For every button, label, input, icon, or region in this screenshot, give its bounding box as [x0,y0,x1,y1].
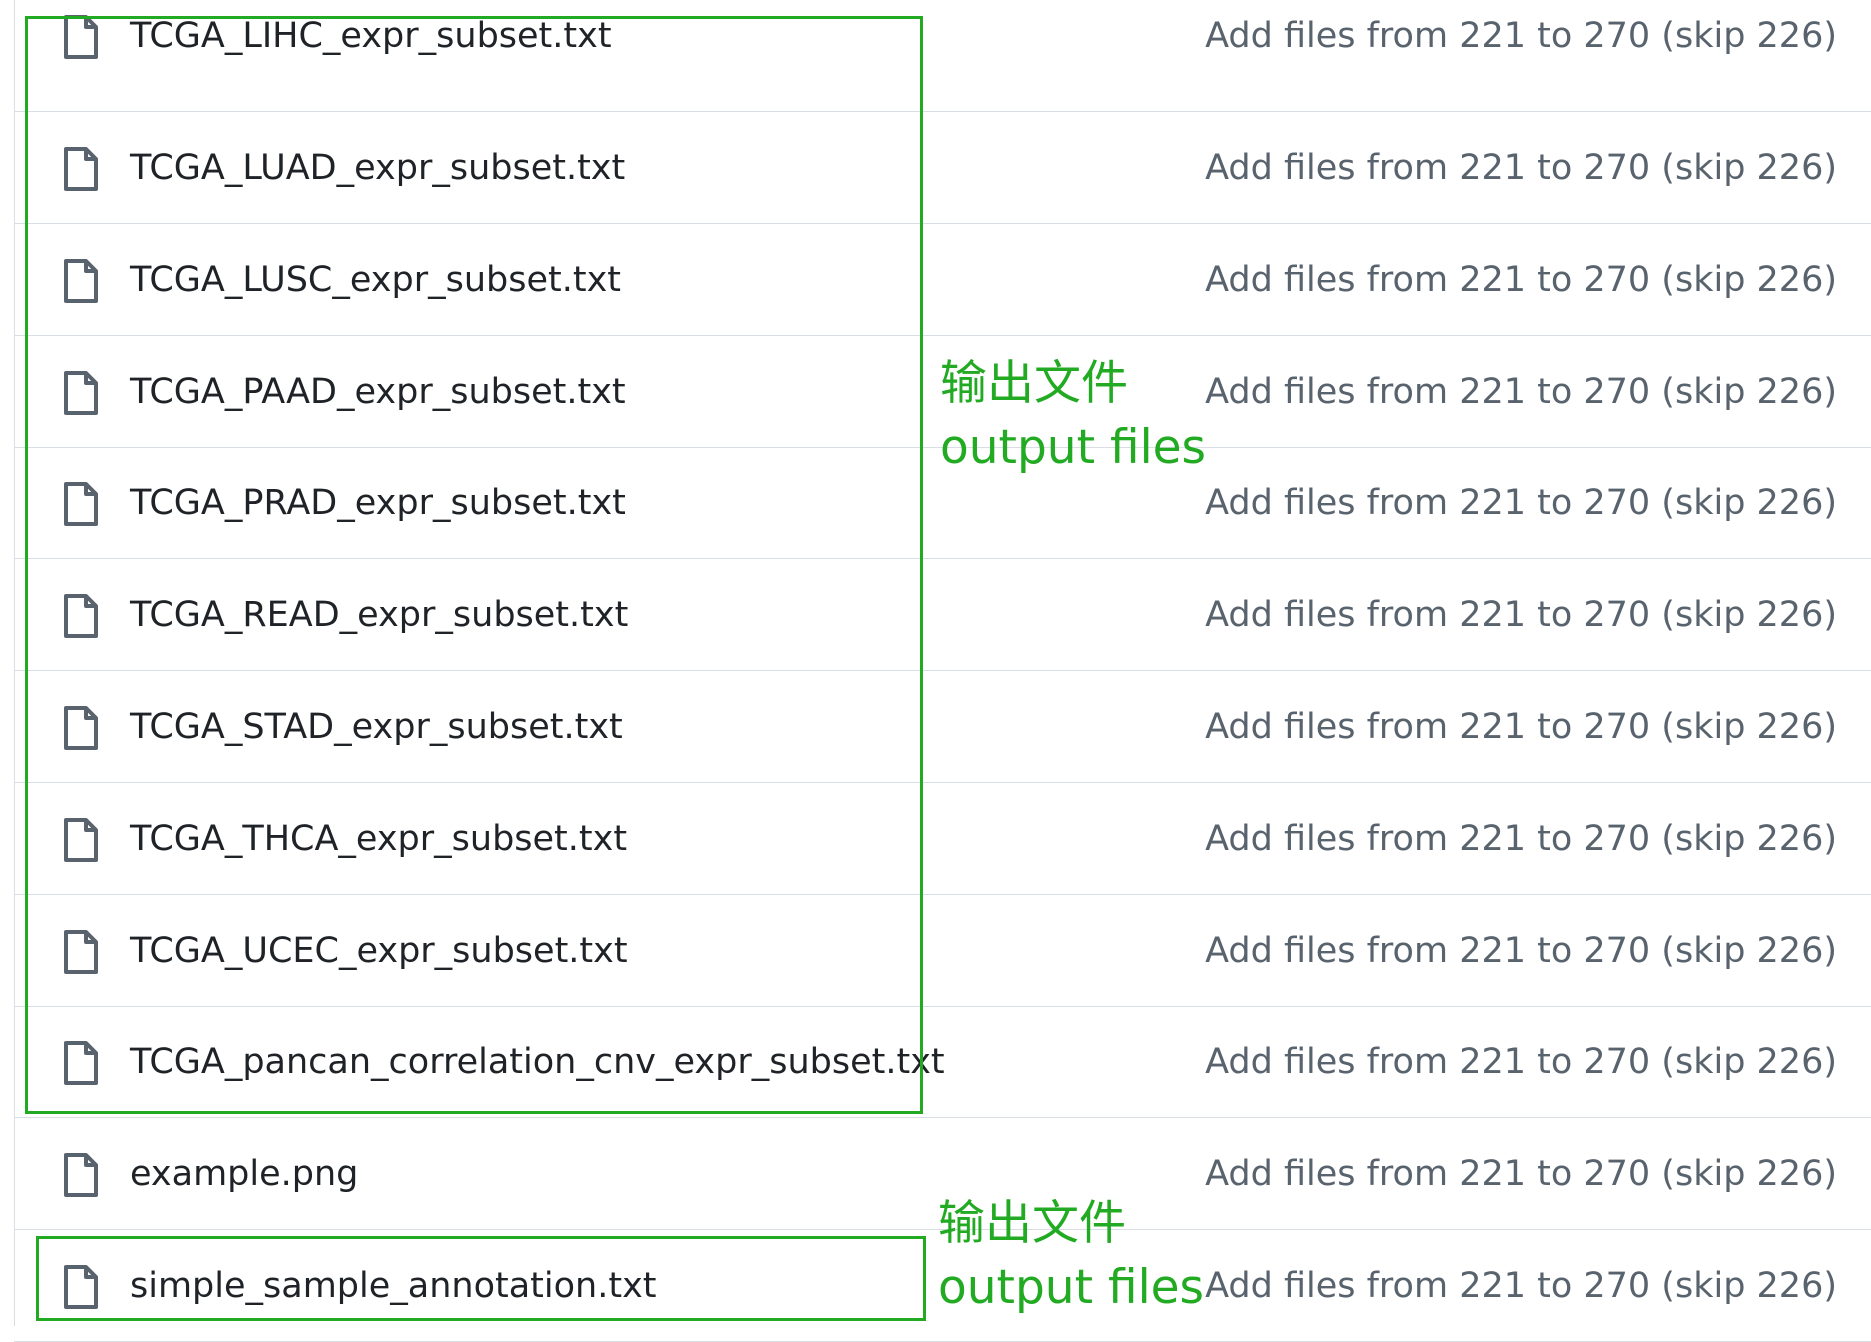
file-row[interactable]: TCGA_UCEC_expr_subset.txt Add files from… [14,895,1871,1007]
file-icon [62,593,100,639]
commit-message-link[interactable]: Add files from 221 to 270 (skip 226) [1205,591,1837,639]
file-icon [62,258,100,304]
file-row[interactable]: TCGA_READ_expr_subset.txt Add files from… [14,559,1871,671]
file-name-link[interactable]: TCGA_UCEC_expr_subset.txt [130,927,628,975]
file-icon [62,1264,100,1310]
file-icon [62,817,100,863]
file-name-link[interactable]: TCGA_READ_expr_subset.txt [130,591,628,639]
commit-message-link[interactable]: Add files from 221 to 270 (skip 226) [1205,368,1837,416]
file-icon [62,481,100,527]
file-name-link[interactable]: TCGA_PAAD_expr_subset.txt [130,368,626,416]
output-files-annotation: 输出文件 output files [938,1192,1204,1320]
commit-message-link[interactable]: Add files from 221 to 270 (skip 226) [1205,1150,1837,1198]
file-row[interactable]: TCGA_THCA_expr_subset.txt Add files from… [14,783,1871,895]
file-list: TCGA_LIHC_expr_subset.txt Add files from… [0,0,1871,1342]
file-icon [62,146,100,192]
commit-message-link[interactable]: Add files from 221 to 270 (skip 226) [1205,927,1837,975]
commit-message-link[interactable]: Add files from 221 to 270 (skip 226) [1205,12,1837,60]
annotation-chinese-text: 输出文件 [940,356,1128,411]
file-name-link[interactable]: TCGA_LUAD_expr_subset.txt [130,144,625,192]
file-row[interactable]: TCGA_pancan_correlation_cnv_expr_subset.… [14,1006,1871,1118]
commit-message-link[interactable]: Add files from 221 to 270 (skip 226) [1205,815,1837,863]
file-icon [62,14,100,60]
file-icon [62,1152,100,1198]
file-name-link[interactable]: TCGA_PRAD_expr_subset.txt [130,479,626,527]
file-name-link[interactable]: TCGA_LIHC_expr_subset.txt [130,12,612,60]
file-name-link[interactable]: TCGA_THCA_expr_subset.txt [130,815,627,863]
output-files-annotation: 输出文件 output files [940,352,1206,480]
file-name-link[interactable]: example.png [130,1150,358,1198]
file-name-link[interactable]: TCGA_pancan_correlation_cnv_expr_subset.… [130,1038,945,1086]
commit-message-link[interactable]: Add files from 221 to 270 (skip 226) [1205,703,1837,751]
file-row[interactable]: TCGA_LUAD_expr_subset.txt Add files from… [14,112,1871,224]
commit-message-link[interactable]: Add files from 221 to 270 (skip 226) [1205,479,1837,527]
annotation-chinese-text: 输出文件 [938,1196,1126,1251]
file-row[interactable]: TCGA_STAD_expr_subset.txt Add files from… [14,671,1871,783]
annotation-english-text: output files [938,1260,1205,1315]
file-icon [62,1040,100,1086]
file-row[interactable]: TCGA_LIHC_expr_subset.txt Add files from… [14,0,1871,112]
file-icon [62,370,100,416]
commit-message-link[interactable]: Add files from 221 to 270 (skip 226) [1205,1038,1837,1086]
file-icon [62,929,100,975]
file-row[interactable]: TCGA_LUSC_expr_subset.txt Add files from… [14,224,1871,336]
file-name-link[interactable]: TCGA_STAD_expr_subset.txt [130,703,623,751]
commit-message-link[interactable]: Add files from 221 to 270 (skip 226) [1205,256,1837,304]
file-name-link[interactable]: TCGA_LUSC_expr_subset.txt [130,256,621,304]
commit-message-link[interactable]: Add files from 221 to 270 (skip 226) [1205,1262,1837,1310]
commit-message-link[interactable]: Add files from 221 to 270 (skip 226) [1205,144,1837,192]
file-name-link[interactable]: simple_sample_annotation.txt [130,1262,657,1310]
file-icon [62,705,100,751]
annotation-english-text: output files [940,420,1207,475]
